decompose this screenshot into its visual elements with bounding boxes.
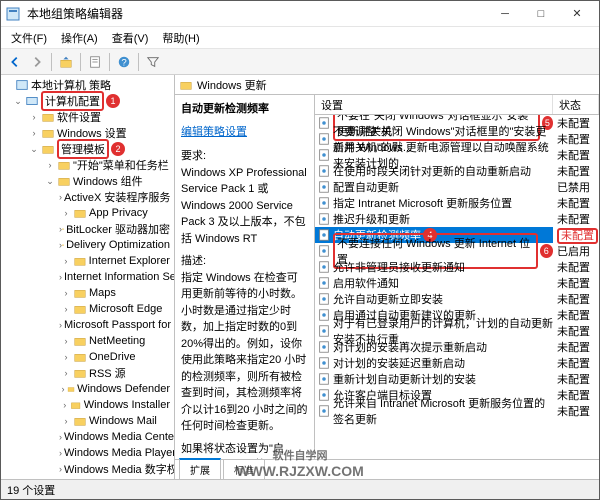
list-item[interactable]: 指定 Intranet Microsoft 更新服务位置未配置: [315, 195, 599, 211]
back-button[interactable]: [5, 52, 25, 72]
menu-action[interactable]: 操作(A): [55, 28, 104, 48]
tree-item[interactable]: ›Windows Media Center: [1, 429, 174, 445]
tree-item[interactable]: ›ActiveX 安装程序服务: [1, 189, 174, 205]
window-title: 本地组策略编辑器: [27, 5, 487, 22]
col-state[interactable]: 状态: [553, 95, 599, 114]
tree-item[interactable]: ›Windows Media 数字权限管理: [1, 461, 174, 477]
list-item[interactable]: 对计划的安装延迟重新启动未配置: [315, 355, 599, 371]
list-item[interactable]: 允许来自 Intranet Microsoft 更新服务位置的签名更新未配置: [315, 403, 599, 419]
up-button[interactable]: [56, 52, 76, 72]
content-title: Windows 更新: [197, 77, 267, 93]
app-icon: [5, 6, 21, 22]
properties-button[interactable]: [85, 52, 105, 72]
setting-title: 自动更新检测频率: [181, 101, 308, 118]
help-button[interactable]: ?: [114, 52, 134, 72]
list-body[interactable]: 不要在"关闭 Windows"对话框显示"安装更新并关机"5未配置不要调整"关闭…: [315, 115, 599, 459]
col-setting[interactable]: 设置: [315, 95, 553, 114]
list-item[interactable]: 允许非管理员接收更新通知未配置: [315, 259, 599, 275]
list-item[interactable]: 对计划的安装再次提示重新启动未配置: [315, 339, 599, 355]
tree-item[interactable]: ›Internet Explorer: [1, 253, 174, 269]
tree-item[interactable]: ›软件设置: [1, 109, 174, 125]
tree-windows-components[interactable]: ⌄Windows 组件: [1, 173, 174, 189]
view-tabs: 扩展 标准: [175, 459, 599, 479]
close-button[interactable]: ✕: [559, 1, 595, 27]
minimize-button[interactable]: ─: [487, 1, 523, 27]
filter-button[interactable]: [143, 52, 163, 72]
tree-item[interactable]: ›Windows Media Player: [1, 445, 174, 461]
tree-item[interactable]: ›OneDrive: [1, 349, 174, 365]
list-item[interactable]: 配置自动更新已禁用: [315, 179, 599, 195]
content-header: Windows 更新: [175, 75, 599, 95]
tree-item[interactable]: ›Microsoft Passport for Work: [1, 317, 174, 333]
tree-item[interactable]: ›BitLocker 驱动器加密: [1, 221, 174, 237]
menu-file[interactable]: 文件(F): [5, 28, 53, 48]
tree-computer-config[interactable]: ⌄计算机配置1: [1, 93, 174, 109]
tree-item[interactable]: ›Windows Installer: [1, 397, 174, 413]
statusbar: 19 个设置: [1, 479, 599, 499]
list-item[interactable]: 重新计划自动更新计划的安装未配置: [315, 371, 599, 387]
menu-view[interactable]: 查看(V): [106, 28, 155, 48]
svg-text:?: ?: [121, 57, 126, 68]
toolbar: ?: [1, 49, 599, 75]
tree-item[interactable]: ›"开始"菜单和任务栏: [1, 157, 174, 173]
menu-help[interactable]: 帮助(H): [156, 28, 205, 48]
titlebar: 本地组策略编辑器 ─ □ ✕: [1, 1, 599, 27]
maximize-button[interactable]: □: [523, 1, 559, 27]
list-item[interactable]: 允许自动更新立即安装未配置: [315, 291, 599, 307]
tree-item[interactable]: ›NetMeeting: [1, 333, 174, 349]
list-item[interactable]: 对于有已登录用户的计算机，计划的自动更新安装不执行重...未配置: [315, 323, 599, 339]
settings-list: 设置 状态 不要在"关闭 Windows"对话框显示"安装更新并关机"5未配置不…: [315, 95, 599, 459]
list-header: 设置 状态: [315, 95, 599, 115]
tree-panel[interactable]: 本地计算机 策略 ⌄计算机配置1 ›软件设置 ›Windows 设置 ⌄管理模板…: [1, 75, 175, 479]
list-item[interactable]: 启用 Windows 更新电源管理以自动唤醒系统来安装计划的...未配置: [315, 147, 599, 163]
tree-item[interactable]: ›Maps: [1, 285, 174, 301]
tree-item[interactable]: ›Microsoft Edge: [1, 301, 174, 317]
list-item[interactable]: 在使用时段关闭针对更新的自动重新启动未配置: [315, 163, 599, 179]
list-item[interactable]: 不要连接任何 Windows 更新 Internet 位置6已启用: [315, 243, 599, 259]
tree-item[interactable]: ›Internet Information Services: [1, 269, 174, 285]
tab-extended[interactable]: 扩展: [179, 458, 221, 479]
menubar: 文件(F) 操作(A) 查看(V) 帮助(H): [1, 27, 599, 49]
tree-item[interactable]: ›Windows Defender: [1, 381, 174, 397]
description-panel: 自动更新检测频率 编辑策略设置 要求:Windows XP Profession…: [175, 95, 315, 459]
forward-button[interactable]: [27, 52, 47, 72]
tab-standard[interactable]: 标准: [223, 459, 265, 479]
separator: [51, 53, 52, 71]
edit-policy-link[interactable]: 编辑策略设置: [181, 124, 308, 141]
tree-admin-templates[interactable]: ⌄管理模板2: [1, 141, 174, 157]
separator: [80, 53, 81, 71]
tree-item[interactable]: ›Delivery Optimization: [1, 237, 174, 253]
tree-item[interactable]: ›App Privacy: [1, 205, 174, 221]
tree-item[interactable]: ›Windows Mail: [1, 413, 174, 429]
separator: [109, 53, 110, 71]
separator: [138, 53, 139, 71]
list-item[interactable]: 推迟升级和更新未配置: [315, 211, 599, 227]
list-item[interactable]: 启用软件通知未配置: [315, 275, 599, 291]
tree-item[interactable]: ›RSS 源: [1, 365, 174, 381]
